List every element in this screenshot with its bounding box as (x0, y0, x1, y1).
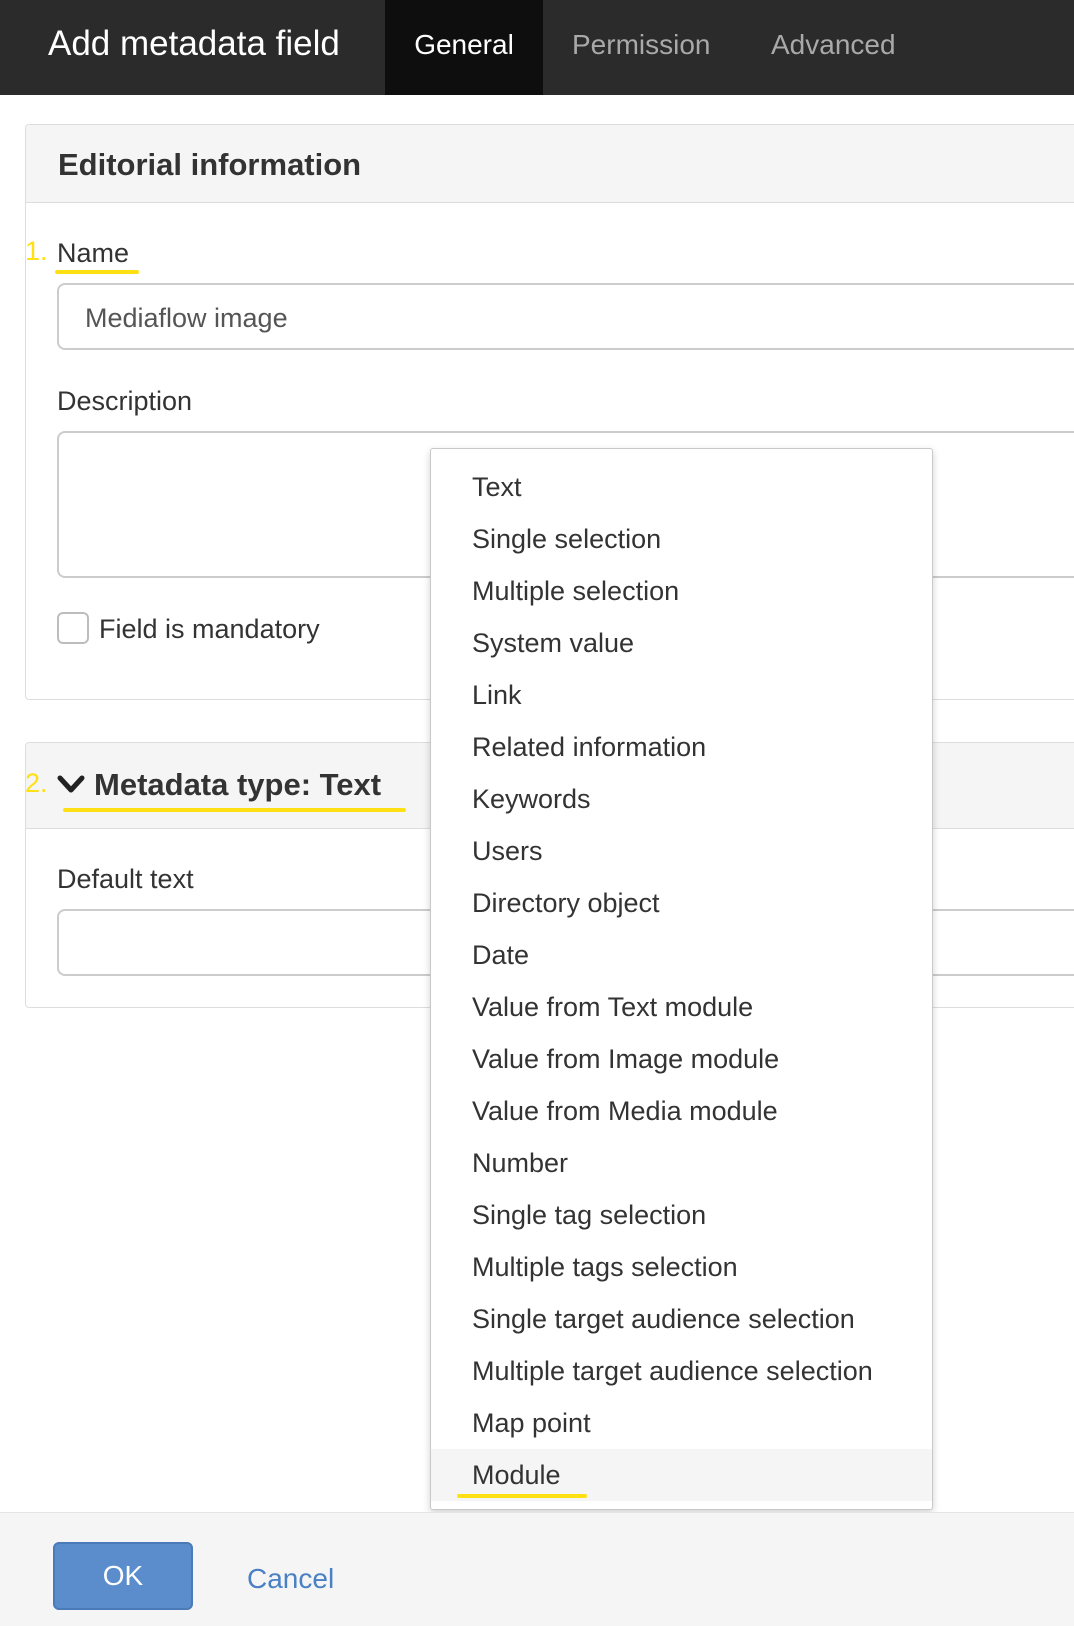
dropdown-option-number[interactable]: Number (431, 1137, 932, 1189)
dropdown-option-value-from-image-module[interactable]: Value from Image module (431, 1033, 932, 1085)
dropdown-option-value-from-text-module[interactable]: Value from Text module (431, 981, 932, 1033)
dropdown-option-related-information[interactable]: Related information (431, 721, 932, 773)
dropdown-option-directory-object[interactable]: Directory object (431, 877, 932, 929)
name-input-value: Mediaflow image (85, 303, 288, 333)
dialog-title: Add metadata field (48, 24, 340, 63)
default-text-label: Default text (57, 864, 194, 894)
dropdown-option-single-selection[interactable]: Single selection (431, 513, 932, 565)
dropdown-option-system-value[interactable]: System value (431, 617, 932, 669)
dropdown-option-single-tag-selection[interactable]: Single tag selection (431, 1189, 932, 1241)
dropdown-option-single-target-audience-selection[interactable]: Single target audience selection (431, 1293, 932, 1345)
metadata-type-title: Metadata type: Text (94, 767, 382, 802)
annotation-marker-2: 2. (25, 768, 48, 798)
chevron-down-icon (57, 775, 85, 793)
mandatory-checkbox[interactable] (57, 612, 89, 644)
tab-permission[interactable]: Permission (572, 0, 710, 95)
metadata-type-highlight (63, 808, 406, 812)
dropdown-option-text[interactable]: Text (431, 461, 932, 513)
tab-general[interactable]: General (385, 0, 543, 95)
mandatory-label: Field is mandatory (99, 614, 320, 644)
name-input[interactable]: Mediaflow image (57, 283, 1074, 350)
dropdown-option-multiple-tags-selection[interactable]: Multiple tags selection (431, 1241, 932, 1293)
dropdown-option-date[interactable]: Date (431, 929, 932, 981)
dropdown-option-keywords[interactable]: Keywords (431, 773, 932, 825)
module-option-highlight (457, 1494, 587, 1498)
description-label: Description (57, 386, 193, 416)
name-label: Name (57, 238, 130, 268)
editorial-information-header: Editorial information (26, 125, 1074, 203)
cancel-button[interactable]: Cancel (247, 1563, 334, 1595)
dropdown-option-multiple-selection[interactable]: Multiple selection (431, 565, 932, 617)
dialog-header: Add metadata field General Permission Ad… (0, 0, 1074, 95)
dropdown-option-link[interactable]: Link (431, 669, 932, 721)
dropdown-option-multiple-target-audience-selection[interactable]: Multiple target audience selection (431, 1345, 932, 1397)
ok-button[interactable]: OK (53, 1542, 193, 1610)
name-label-highlight (55, 270, 139, 274)
dialog-footer: OK Cancel (0, 1512, 1074, 1626)
tab-advanced[interactable]: Advanced (771, 0, 896, 95)
dropdown-option-map-point[interactable]: Map point (431, 1397, 932, 1449)
dropdown-option-value-from-media-module[interactable]: Value from Media module (431, 1085, 932, 1137)
editorial-information-title: Editorial information (58, 147, 362, 182)
annotation-marker-1: 1. (25, 236, 48, 266)
metadata-type-dropdown: Text Single selection Multiple selection… (430, 448, 933, 1510)
dropdown-option-users[interactable]: Users (431, 825, 932, 877)
